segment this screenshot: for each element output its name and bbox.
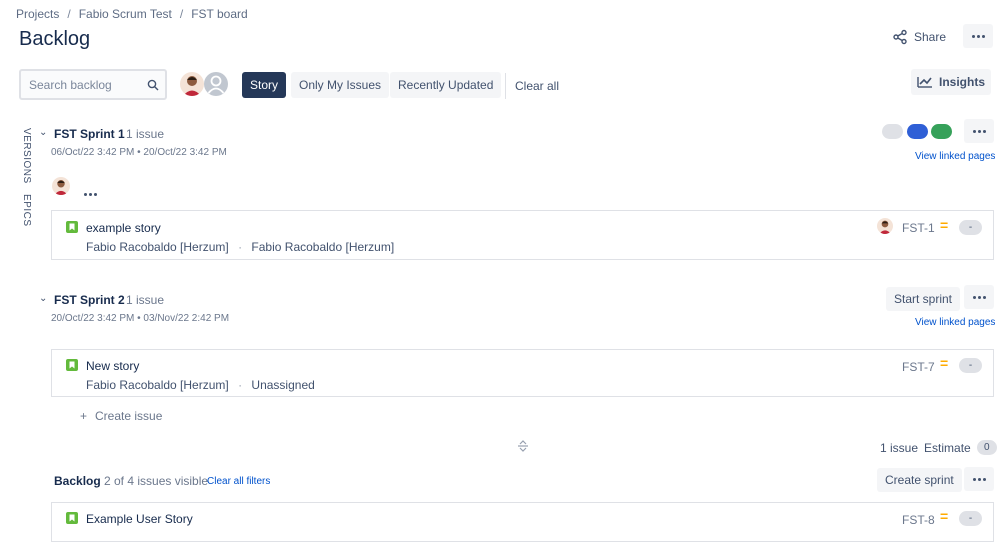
- view-linked-pages-link[interactable]: View linked pages: [915, 151, 995, 162]
- meta-separator: ·: [238, 240, 243, 254]
- story-icon: [66, 221, 78, 233]
- issue-assignee: Unassigned: [251, 378, 315, 392]
- resize-handle-icon[interactable]: [516, 439, 530, 456]
- avatar[interactable]: [180, 72, 204, 96]
- sprint-collapse-chevron-icon[interactable]: ⌄: [39, 127, 47, 138]
- issue-assignee: Fabio Racobaldo [Herzum]: [251, 240, 395, 254]
- breadcrumb-separator: /: [67, 7, 71, 21]
- backlog-more-button[interactable]: [964, 467, 994, 491]
- search-input[interactable]: [27, 76, 137, 93]
- sprint-name: FST Sprint 2: [54, 293, 125, 307]
- issue-card[interactable]: example story Fabio Racobaldo [Herzum] ·…: [51, 210, 994, 260]
- sprint-dates: 20/Oct/22 3:42 PM • 03/Nov/22 2:42 PM: [51, 313, 230, 324]
- issue-estimate[interactable]: -: [959, 358, 982, 373]
- issue-meta: Fabio Racobaldo [Herzum] · Fabio Racobal…: [86, 240, 394, 254]
- side-tab-epics[interactable]: EPICS: [21, 194, 32, 227]
- sprint-assignee-avatar[interactable]: [52, 177, 70, 195]
- sprint-name: FST Sprint 1: [54, 127, 125, 141]
- issue-reporter: Fabio Racobaldo [Herzum]: [86, 378, 229, 392]
- search-box[interactable]: [19, 69, 167, 100]
- issue-summary[interactable]: New story: [86, 359, 139, 373]
- sprint-more-button[interactable]: [964, 119, 994, 143]
- status-pill-todo: [882, 124, 903, 139]
- assignee-more-button[interactable]: [84, 185, 97, 199]
- more-icon: [972, 129, 986, 133]
- user-avatar-icon: [877, 218, 893, 234]
- more-icon: [971, 34, 985, 38]
- sprint-issue-count: 1 issue: [126, 293, 165, 307]
- plus-icon: +: [80, 409, 88, 423]
- start-sprint-button[interactable]: Start sprint: [886, 287, 961, 311]
- issue-estimate[interactable]: -: [959, 220, 982, 235]
- issue-card[interactable]: New story Fabio Racobaldo [Herzum] · Una…: [51, 349, 994, 397]
- share-label: Share: [914, 30, 947, 44]
- footer-issue-count: 1 issue: [880, 440, 919, 455]
- issue-summary[interactable]: Example User Story: [86, 512, 193, 526]
- page-title: Backlog: [19, 28, 91, 50]
- user-avatar-icon: [180, 72, 204, 96]
- share-icon: [893, 29, 907, 45]
- insights-label: Insights: [938, 75, 985, 89]
- sprint-footer: 1 issue Estimate 0: [880, 440, 997, 455]
- clear-all-filters-link[interactable]: Clear all filters: [207, 476, 270, 487]
- issue-key[interactable]: FST-8: [902, 513, 935, 527]
- side-tab-versions[interactable]: VERSIONS: [21, 128, 32, 184]
- insights-button[interactable]: Insights: [911, 69, 991, 95]
- story-icon: [66, 359, 78, 371]
- issue-assignee-avatar[interactable]: [877, 218, 893, 234]
- breadcrumb-project[interactable]: Fabio Scrum Test: [79, 7, 172, 21]
- status-pill-done: [931, 124, 952, 139]
- meta-separator: ·: [238, 378, 243, 392]
- more-icon: [972, 477, 986, 481]
- breadcrumb-board[interactable]: FST board: [191, 7, 247, 21]
- issue-key[interactable]: FST-7: [902, 360, 935, 374]
- share-button[interactable]: Share: [892, 25, 946, 49]
- sprint-dates: 06/Oct/22 3:42 PM • 20/Oct/22 3:42 PM: [51, 147, 227, 158]
- view-linked-pages-link[interactable]: View linked pages: [915, 317, 995, 328]
- priority-medium-icon: =: [940, 355, 949, 371]
- backlog-visible-count: 2 of 4 issues visible: [104, 474, 209, 488]
- breadcrumb-separator: /: [179, 7, 184, 21]
- issue-key[interactable]: FST-1: [902, 221, 935, 235]
- backlog-title: Backlog: [54, 474, 101, 488]
- user-placeholder-icon: [207, 75, 225, 94]
- issue-meta: Fabio Racobaldo [Herzum] · Unassigned: [86, 378, 315, 392]
- sprint-more-button[interactable]: [964, 285, 994, 309]
- more-icon: [972, 295, 986, 299]
- breadcrumb: Projects / Fabio Scrum Test / FST board: [16, 7, 248, 21]
- user-avatar-icon: [52, 177, 70, 195]
- footer-estimate-label: Estimate: [924, 440, 971, 455]
- issue-card[interactable]: Example User Story FST-8 = -: [51, 502, 994, 542]
- sprint-collapse-chevron-icon[interactable]: ⌄: [39, 293, 47, 304]
- filter-only-my-issues-button[interactable]: Only My Issues: [291, 72, 390, 98]
- issue-summary[interactable]: example story: [86, 221, 161, 235]
- issue-reporter: Fabio Racobaldo [Herzum]: [86, 240, 229, 254]
- issue-estimate[interactable]: -: [959, 511, 982, 526]
- footer-estimate-value: 0: [976, 440, 997, 455]
- avatar-unassigned[interactable]: [204, 72, 228, 96]
- filter-story-button[interactable]: Story: [242, 72, 287, 98]
- search-icon[interactable]: [147, 79, 159, 91]
- priority-medium-icon: =: [940, 508, 949, 524]
- create-sprint-button[interactable]: Create sprint: [877, 468, 962, 492]
- page-more-button[interactable]: [963, 24, 993, 48]
- create-issue-button[interactable]: + Create issue: [80, 409, 162, 423]
- breadcrumb-projects[interactable]: Projects: [16, 7, 59, 21]
- story-icon: [66, 512, 78, 524]
- priority-medium-icon: =: [940, 217, 949, 233]
- sprint-issue-count: 1 issue: [126, 127, 165, 141]
- clear-all-button[interactable]: Clear all: [505, 73, 559, 99]
- more-icon: [84, 193, 97, 196]
- status-pill-in-progress: [907, 124, 928, 139]
- insights-chart-icon: [917, 77, 932, 88]
- create-issue-label: Create issue: [95, 409, 163, 423]
- filter-recently-updated-button[interactable]: Recently Updated: [390, 72, 502, 98]
